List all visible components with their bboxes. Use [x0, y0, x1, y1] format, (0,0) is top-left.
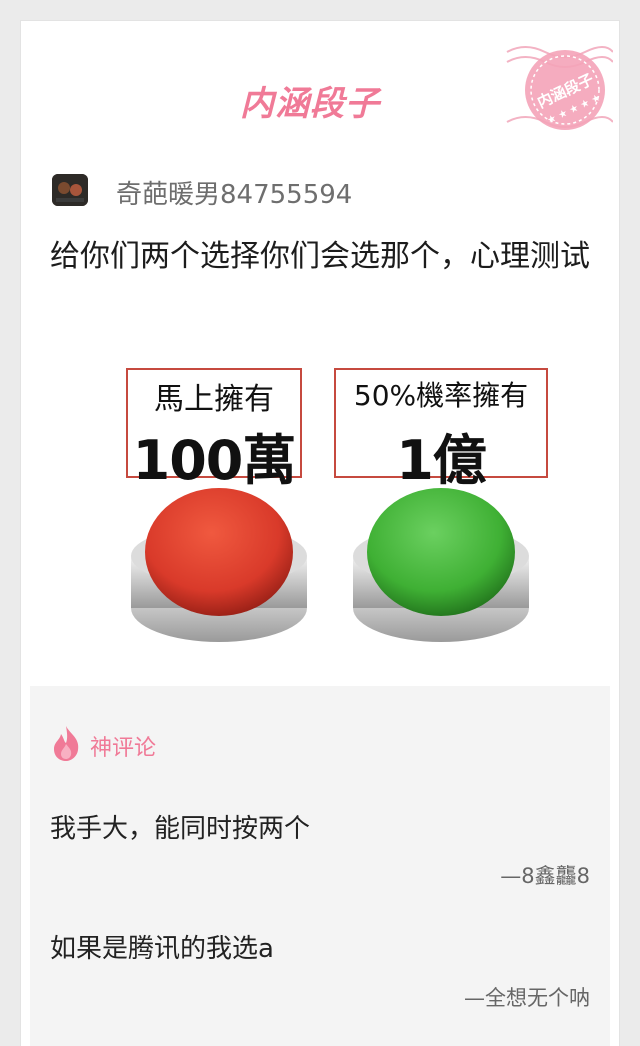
hot-comments-label: 神评论 — [90, 736, 157, 761]
comments-section: 神评论 我手大，能同时按两个 —8鑫龘8 如果是腾讯的我选a —全想无个呐 — [30, 686, 610, 1046]
option-a-sign: 馬上擁有 100萬 — [126, 368, 302, 492]
post-title: 给你们两个选择你们会选那个，心理测试 — [50, 239, 590, 274]
flame-icon — [54, 726, 79, 761]
option-a-line1: 馬上擁有 — [154, 382, 274, 417]
comment-text: 我手大，能同时按两个 — [50, 814, 311, 844]
comment-author[interactable]: —全想无个呐 — [464, 982, 590, 1012]
hot-comments-header: 神评论 — [50, 724, 350, 764]
comment-author[interactable]: —8鑫龘8 — [500, 860, 590, 890]
green-button-icon — [353, 488, 529, 642]
brand-logo: 内涵段子 — [240, 84, 380, 124]
option-b-sign: 50%機率擁有 1億 — [334, 368, 548, 492]
author-name[interactable]: 奇葩暖男84755594 — [116, 174, 352, 211]
post-author-row[interactable]: 奇葩暖男84755594 — [52, 172, 572, 212]
comment-text: 如果是腾讯的我选a — [50, 934, 274, 964]
avatar[interactable] — [52, 174, 88, 206]
option-b-line1: 50%機率擁有 — [353, 379, 529, 412]
red-button-icon — [131, 488, 307, 642]
brand-stamp-icon: 内涵段子 ★ ★ ★ ★ ★ — [506, 46, 613, 130]
avatar-image-icon — [52, 174, 88, 206]
post-image[interactable]: 馬上擁有 100萬 50%機率擁有 1億 — [120, 360, 560, 660]
